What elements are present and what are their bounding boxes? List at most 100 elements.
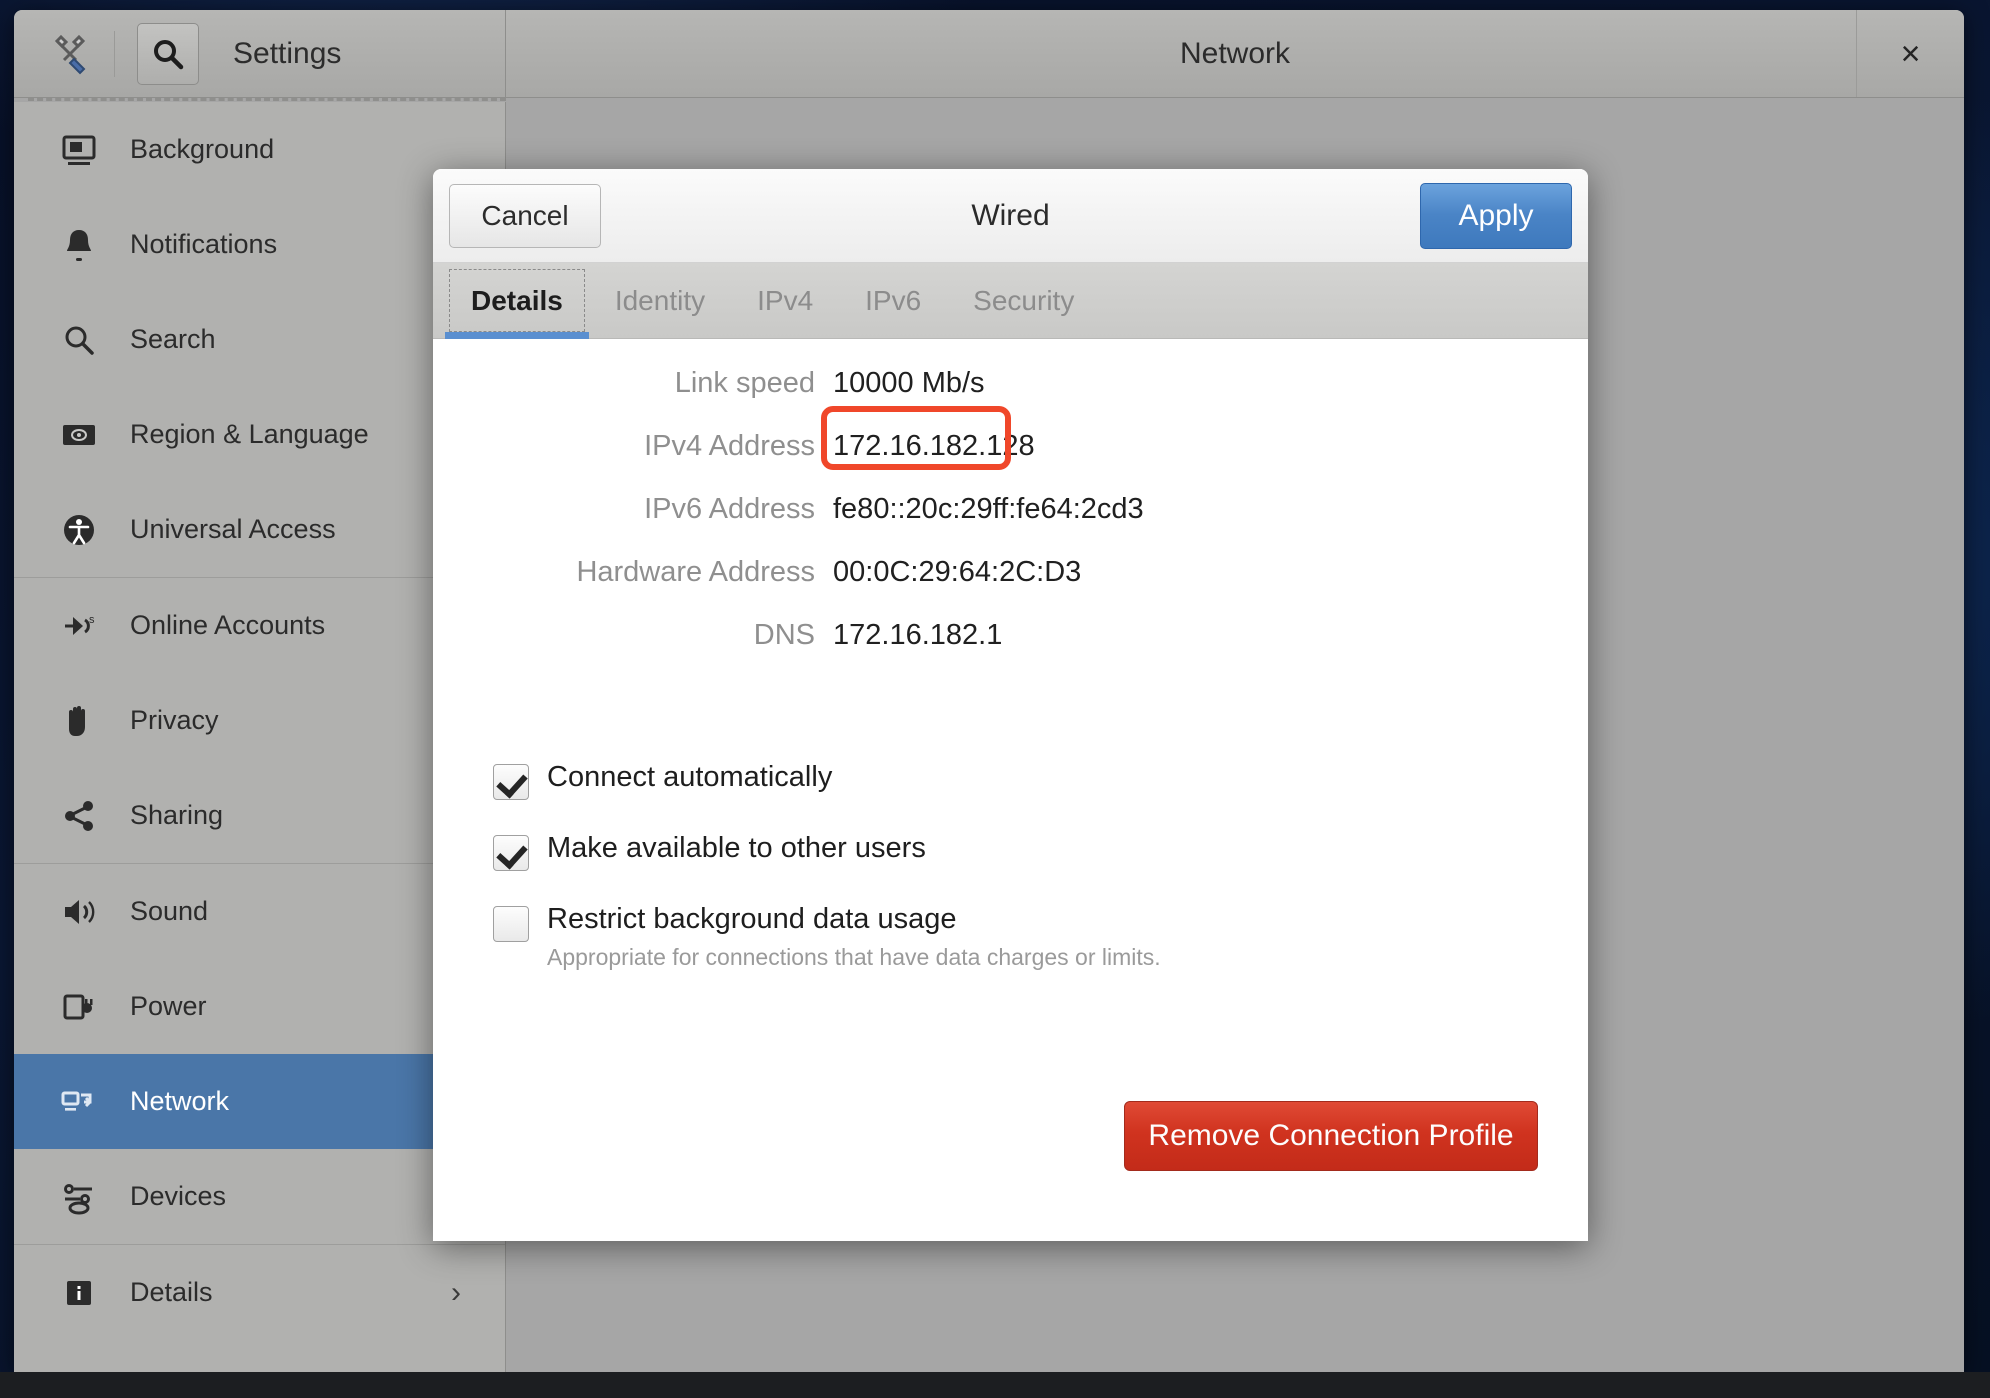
share-nodes-icon (59, 796, 99, 836)
detail-value: 00:0C:29:64:2C:D3 (833, 556, 1081, 589)
flag-icon (59, 415, 99, 455)
checkbox-row[interactable]: Connect automatically (433, 759, 1588, 800)
info-icon (59, 1273, 99, 1313)
tab-details[interactable]: Details (445, 263, 589, 338)
bell-icon (59, 225, 99, 265)
tab-ipv6[interactable]: IPv6 (839, 263, 947, 338)
apply-label: Apply (1458, 199, 1533, 233)
close-button[interactable]: × (1856, 10, 1964, 97)
remove-connection-profile-button[interactable]: Remove Connection Profile (1124, 1101, 1538, 1171)
checkbox-label: Make available to other users (547, 830, 926, 868)
header-left-section: Settings (14, 10, 506, 97)
tools-icon (48, 32, 92, 76)
checkbox-row[interactable]: Make available to other users (433, 830, 1588, 871)
page-title-area: Network × (506, 10, 1964, 97)
detail-label: DNS (433, 619, 833, 652)
speaker-icon (59, 892, 99, 932)
sidebar-item-label: Sharing (130, 800, 223, 831)
dialog-body: Link speed10000 Mb/sIPv4 Address172.16.1… (433, 339, 1588, 1241)
detail-row: IPv6 Addressfe80::20c:29ff:fe64:2cd3 (433, 493, 1588, 556)
page-title: Network (1180, 37, 1290, 71)
plug-cloud-icon: s (59, 606, 99, 646)
svg-text:s: s (89, 614, 95, 626)
checkbox-text-wrap: Connect automatically (547, 759, 832, 797)
search-button[interactable] (137, 23, 199, 85)
sidebar-item-power[interactable]: Power (14, 959, 505, 1054)
detail-label: IPv6 Address (433, 493, 833, 526)
sidebar-item-label: Search (130, 324, 216, 355)
search-icon (151, 37, 185, 71)
tab-identity[interactable]: Identity (589, 263, 731, 338)
sidebar-item-label: Sound (130, 896, 208, 927)
dialog-title: Wired (433, 199, 1588, 233)
sidebar-item-label: Network (130, 1086, 229, 1117)
tab-security[interactable]: Security (947, 263, 1100, 338)
apply-button[interactable]: Apply (1420, 183, 1572, 249)
sidebar-item-sharing[interactable]: Sharing (14, 768, 505, 863)
sidebar-item-details[interactable]: Details › (14, 1245, 505, 1340)
detail-row: IPv4 Address172.16.182.128 (433, 430, 1588, 493)
chevron-right-icon: › (451, 1276, 461, 1310)
sidebar-item-network[interactable]: Network (14, 1054, 505, 1149)
detail-value: 172.16.182.1 (833, 619, 1002, 652)
monitor-wallpaper-icon (59, 130, 99, 170)
sidebar-item-label: Region & Language (130, 419, 369, 450)
devices-icon (59, 1177, 99, 1217)
sidebar-item-label: Power (130, 991, 207, 1022)
bell-icon (58, 224, 100, 266)
connection-options-group: Connect automatically Make available to o… (433, 729, 1588, 971)
hand-icon (58, 700, 100, 742)
detail-label: Hardware Address (433, 556, 833, 589)
settings-window: Settings Network × Background Notificatio… (14, 10, 1964, 1372)
sidebar-item-notifications[interactable]: Notifications (14, 197, 505, 292)
network-icon (58, 1081, 100, 1123)
checkbox-checked-icon[interactable] (493, 764, 529, 800)
hand-icon (59, 701, 99, 741)
tab-label: Details (471, 285, 563, 317)
speaker-icon (58, 891, 100, 933)
sidebar-item-label: Online Accounts (130, 610, 325, 641)
checkbox-text-wrap: Make available to other users (547, 830, 926, 868)
tab-label: IPv4 (757, 285, 813, 317)
info-icon (58, 1272, 100, 1314)
sidebar-item-label: Devices (130, 1181, 226, 1212)
sidebar-item-sound[interactable]: Sound (14, 864, 505, 959)
remove-label: Remove Connection Profile (1148, 1119, 1513, 1153)
sidebar-item-universal-access[interactable]: Universal Access (14, 482, 505, 577)
detail-row: DNS172.16.182.1 (433, 619, 1588, 682)
sidebar-item-label: Details (130, 1277, 213, 1308)
sidebar-item-search[interactable]: Search (14, 292, 505, 387)
tab-label: Security (973, 285, 1074, 317)
detail-value: 10000 Mb/s (833, 367, 985, 400)
monitor-wallpaper-icon (58, 129, 100, 171)
sidebar-item-online-accounts[interactable]: s Online Accounts (14, 578, 505, 673)
sidebar-item-label: Universal Access (130, 514, 336, 545)
network-icon (59, 1082, 99, 1122)
dialog-tab-bar: Details Identity IPv4 IPv6 Security (433, 263, 1588, 339)
magnifier-icon (59, 320, 99, 360)
sidebar-item-privacy[interactable]: Privacy (14, 673, 505, 768)
checkbox-checked-icon[interactable] (493, 835, 529, 871)
accessibility-icon (58, 509, 100, 551)
tab-ipv4[interactable]: IPv4 (731, 263, 839, 338)
app-title: Settings (233, 37, 341, 71)
sidebar-item-label: Notifications (130, 229, 277, 260)
battery-plug-icon (59, 987, 99, 1027)
checkbox-unchecked-icon[interactable] (493, 906, 529, 942)
sidebar-item-region-language[interactable]: Region & Language (14, 387, 505, 482)
flag-icon (58, 414, 100, 456)
sidebar-item-devices[interactable]: Devices› (14, 1149, 505, 1244)
detail-value: 172.16.182.128 (833, 430, 1035, 463)
sidebar-item-background[interactable]: Background (14, 102, 505, 197)
sidebar-item-label: Privacy (130, 705, 219, 736)
dialog-header: Cancel Wired Apply (433, 169, 1588, 263)
detail-row: Link speed10000 Mb/s (433, 367, 1588, 430)
header-dashed-separator (28, 98, 506, 101)
battery-plug-icon (58, 986, 100, 1028)
header-bar: Settings Network × (14, 10, 1964, 98)
checkbox-text-wrap: Restrict background data usageAppropriat… (547, 901, 1161, 971)
desktop-taskbar (0, 1372, 1990, 1398)
checkbox-row[interactable]: Restrict background data usageAppropriat… (433, 901, 1588, 971)
connection-details-list: Link speed10000 Mb/sIPv4 Address172.16.1… (433, 367, 1588, 682)
detail-label: Link speed (433, 367, 833, 400)
